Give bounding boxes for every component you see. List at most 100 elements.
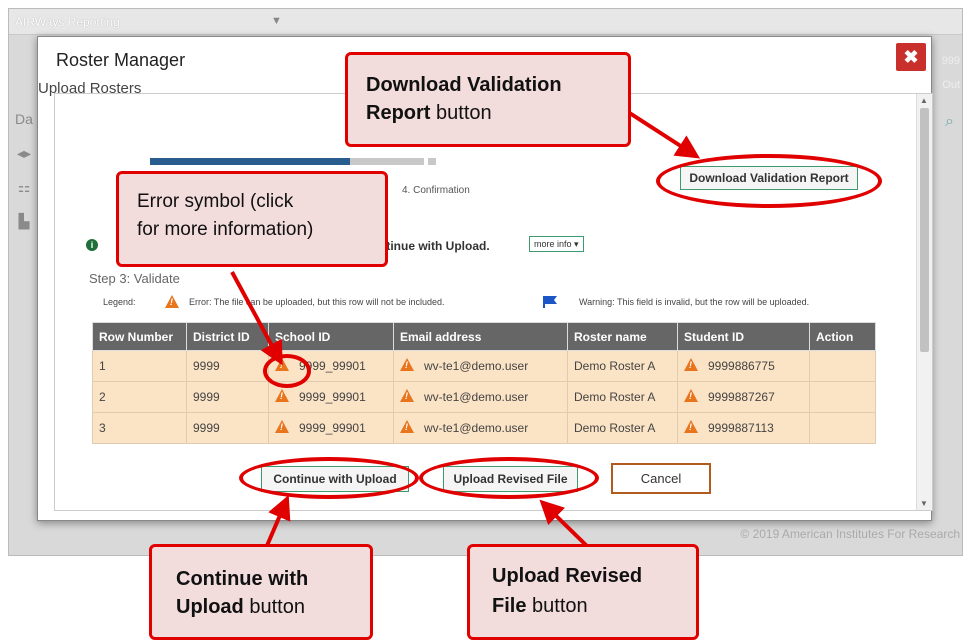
callout-error-symbol: Error symbol (click for more information… [116,171,388,267]
scrollbar[interactable]: ▲ ▼ [916,94,932,510]
highlight-oval [263,354,311,388]
step-4-label: 4. Confirmation [402,185,470,196]
legend-warning-text: Warning: This field is invalid, but the … [579,297,810,307]
table-row: 1 9999 9999_99901 wv-te1@demo.user Demo … [92,350,876,382]
cell-student-id: 9999886775 [677,350,810,382]
highlight-oval [419,457,599,499]
callout-text: button [526,595,588,617]
callout-upload-revised: Upload Revised File button [467,544,699,640]
cell-district-id: 9999 [186,381,269,413]
table-header-row: Row Number District ID School ID Email a… [92,322,876,351]
school-id-value: 9999_99901 [299,390,366,404]
callout-bold: Upload [176,596,244,618]
callout-bold: Upload Revised [492,565,643,587]
email-value: wv-te1@demo.user [424,421,529,435]
app-brand[interactable]: AIRWays Reporting [15,15,120,29]
chevron-down-icon[interactable]: ▼ [271,15,282,27]
table-row: 2 9999 9999_99901 wv-te1@demo.user Demo … [92,381,876,413]
error-icon[interactable] [684,420,698,436]
error-icon[interactable] [400,389,414,405]
email-value: wv-te1@demo.user [424,390,529,404]
student-id-value: 9999887267 [708,390,775,404]
expand-icon[interactable]: ◂▸ [9,145,39,171]
cell-row-number: 3 [92,412,187,444]
app-topbar: AIRWays Reporting ▼ [9,9,962,35]
col-roster-name: Roster name [567,322,678,351]
callout-bold: Report [366,102,431,124]
step-3-heading: Step 3: Validate [89,271,180,286]
bg-sidebar: Da ◂▸ ⚏ ▙ [9,111,39,271]
close-icon[interactable]: ✖ [896,43,926,71]
error-icon[interactable] [275,389,289,405]
table-row: 3 9999 9999_99901 wv-te1@demo.user Demo … [92,412,876,444]
col-district-id: District ID [186,322,269,351]
info-icon: i [86,239,98,251]
bg-right-text: 999 [941,55,960,67]
highlight-oval [239,457,419,499]
error-icon[interactable] [684,358,698,374]
cell-action [809,381,876,413]
bg-right-text: Out [942,79,960,91]
scrollbar-thumb[interactable] [920,108,929,352]
hierarchy-icon[interactable]: ⚏ [9,179,39,205]
error-icon[interactable] [275,420,289,436]
continue-message: ntinue with Upload. [379,239,490,253]
callout-bold: File [492,595,527,617]
stepper-segment [350,158,424,165]
student-id-value: 9999887113 [708,421,774,435]
cell-email: wv-te1@demo.user [393,350,568,382]
more-info-label: more info [534,239,572,249]
cell-roster-name: Demo Roster A [567,381,678,413]
chart-icon[interactable]: ▙ [9,213,39,239]
search-icon[interactable]: ⌕ [945,113,954,131]
cell-action [809,412,876,444]
cell-school-id: 9999_99901 [268,412,394,444]
error-icon[interactable] [684,389,698,405]
scroll-down-icon[interactable]: ▼ [920,499,928,508]
bg-side-label: Da [15,111,33,127]
callout-bold: Continue with [176,568,309,590]
email-value: wv-te1@demo.user [424,359,529,373]
stepper-segment [150,158,350,165]
callout-text: Error symbol (click [137,191,294,212]
highlight-oval [656,154,882,208]
cell-student-id: 9999887267 [677,381,810,413]
callout-continue-upload: Continue with Upload button [149,544,373,640]
more-info-button[interactable]: more info ▾ [529,236,584,252]
legend-label: Legend: [103,297,136,307]
error-icon[interactable] [400,358,414,374]
col-school-id: School ID [268,322,394,351]
upload-rosters-title: Upload Rosters [38,80,142,97]
footer-copyright: © 2019 American Institutes For Research [740,527,960,541]
col-row-number: Row Number [92,322,187,351]
col-student-id: Student ID [677,322,810,351]
callout-bold: Download Validation [366,74,562,96]
col-action: Action [809,322,876,351]
warning-flag-icon [543,296,557,310]
cell-roster-name: Demo Roster A [567,412,678,444]
error-icon [165,295,179,310]
callout-text: button [430,102,492,124]
cell-action [809,350,876,382]
cell-roster-name: Demo Roster A [567,350,678,382]
cell-district-id: 9999 [186,350,269,382]
student-id-value: 9999886775 [708,359,775,373]
stepper-segment [428,158,436,165]
callout-download-report: Download Validation Report button [345,52,631,147]
callout-text: button [243,596,305,618]
cell-row-number: 1 [92,350,187,382]
callout-text: for more information) [137,219,314,240]
modal-title: Roster Manager [56,50,186,70]
cancel-button[interactable]: Cancel [611,463,711,494]
cell-district-id: 9999 [186,412,269,444]
cell-email: wv-te1@demo.user [393,381,568,413]
legend-error-text: Error: The file can be uploaded, but thi… [189,297,445,307]
scroll-up-icon[interactable]: ▲ [920,96,928,105]
col-email-address: Email address [393,322,568,351]
cell-row-number: 2 [92,381,187,413]
error-icon[interactable] [400,420,414,436]
school-id-value: 9999_99901 [299,421,366,435]
cell-email: wv-te1@demo.user [393,412,568,444]
roster-table: Row Number District ID School ID Email a… [92,322,876,444]
cell-student-id: 9999887113 [677,412,810,444]
